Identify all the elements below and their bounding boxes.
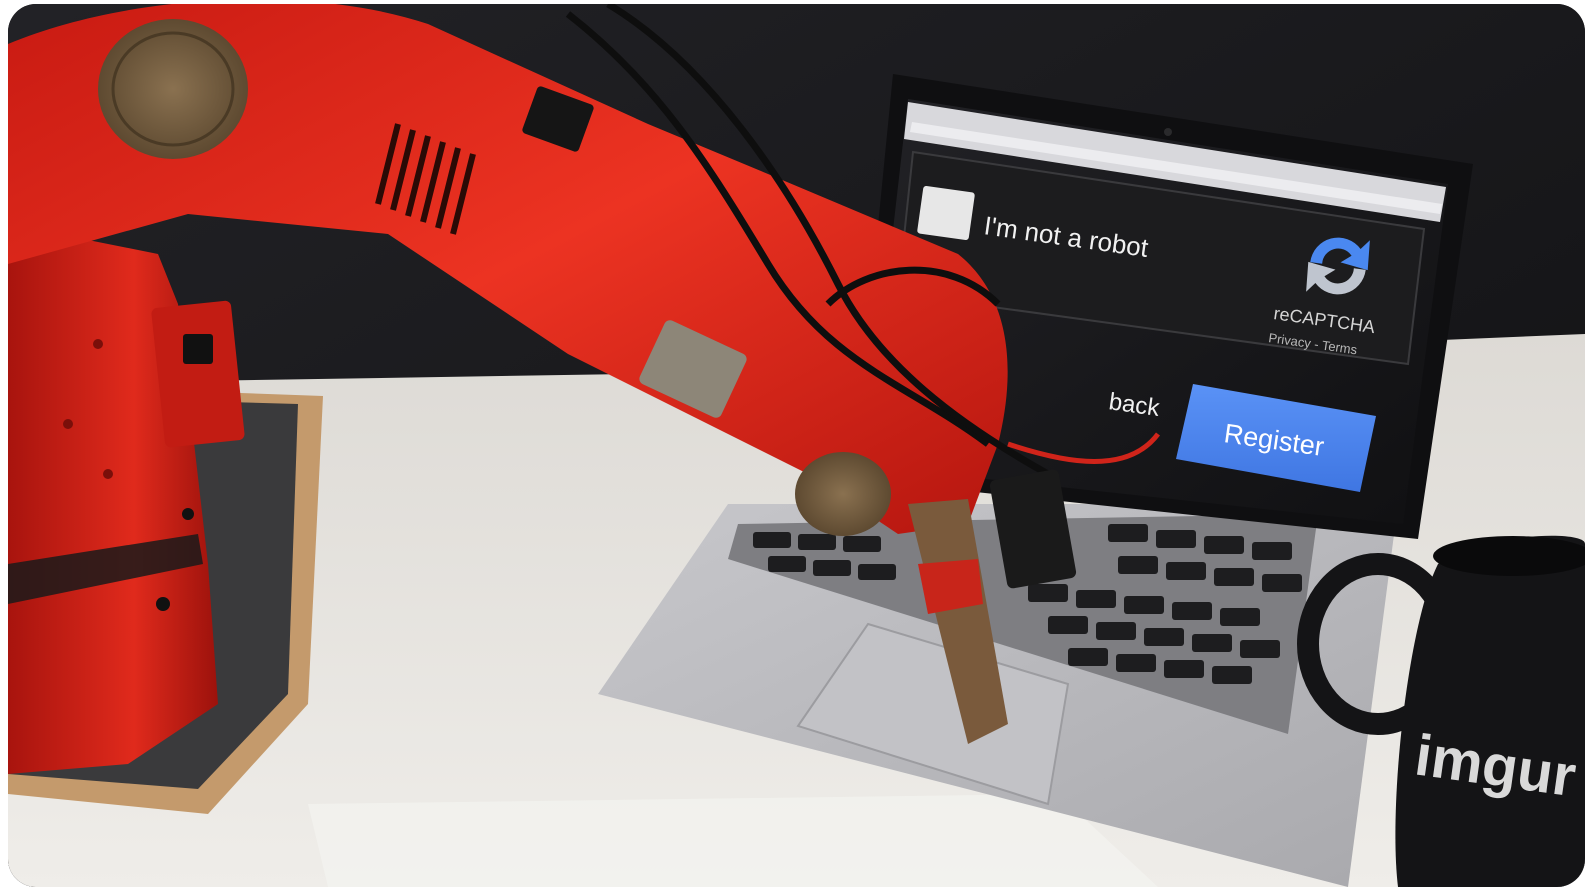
robot-captcha-photo: I'm not a robot reCAPTCHA Privacy - Term… bbox=[8, 4, 1585, 887]
recaptcha-checkbox[interactable] bbox=[917, 186, 975, 241]
arm-joint-disc bbox=[98, 19, 248, 159]
photo-frame: I'm not a robot reCAPTCHA Privacy - Term… bbox=[8, 4, 1585, 887]
